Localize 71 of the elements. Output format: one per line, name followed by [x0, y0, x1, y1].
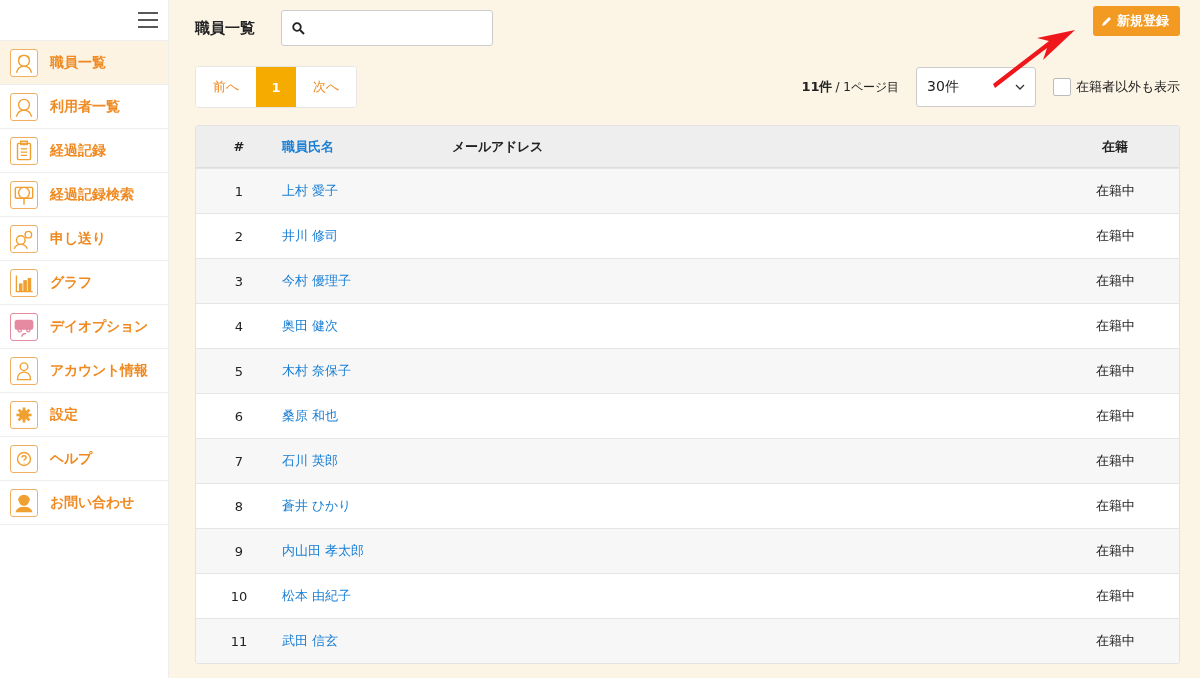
sidebar-item[interactable]: 職員一覧	[0, 41, 168, 85]
search-icon	[292, 21, 305, 35]
question-icon	[10, 444, 38, 473]
sidebar-item[interactable]: デイオプション	[0, 305, 168, 349]
row-number: 7	[234, 453, 244, 469]
status-cell: 在籍中	[1095, 183, 1135, 198]
sortable-column-header[interactable]: 職員氏名	[282, 138, 334, 154]
menu-icon[interactable]	[138, 12, 158, 28]
row-number: 5	[234, 363, 244, 379]
row-number: 6	[234, 408, 244, 424]
person-icon	[10, 92, 38, 121]
sidebar-item[interactable]: アカウント情報	[0, 349, 168, 393]
sidebar-item[interactable]: グラフ	[0, 261, 168, 305]
people-icon	[10, 224, 38, 253]
status-cell: 在籍中	[1095, 498, 1135, 513]
staff-name-link[interactable]: 上村 愛子	[282, 183, 339, 198]
sidebar-item[interactable]: ヘルプ	[0, 437, 168, 481]
status-cell: 在籍中	[1095, 408, 1135, 423]
bar-chart-icon	[10, 268, 38, 297]
clipboard-icon	[10, 136, 38, 165]
staff-name-link[interactable]: 石川 英郎	[282, 453, 339, 468]
search-field[interactable]	[281, 10, 493, 46]
column-header: #	[233, 139, 245, 154]
status-cell: 在籍中	[1095, 363, 1135, 378]
checkbox[interactable]	[1053, 78, 1071, 96]
staff-name-link[interactable]: 内山田 孝太郎	[282, 543, 365, 558]
column-header: メールアドレス	[452, 138, 543, 154]
status-cell: 在籍中	[1095, 228, 1135, 243]
staff-name-link[interactable]: 井川 修司	[282, 228, 339, 243]
staff-name-link[interactable]: 木村 奈保子	[282, 363, 352, 378]
page-button[interactable]: 1	[256, 67, 296, 107]
chevron-down-icon	[1015, 84, 1025, 90]
row-number: 2	[234, 228, 244, 244]
staff-name-link[interactable]: 蒼井 ひかり	[282, 498, 352, 513]
sidebar-item[interactable]: 経過記録	[0, 129, 168, 173]
staff-name-link[interactable]: 松本 由紀子	[282, 588, 352, 603]
sidebar-item[interactable]: 申し送り	[0, 217, 168, 261]
row-number: 1	[234, 183, 244, 199]
sidebar-item[interactable]: 設定	[0, 393, 168, 437]
magnifier-icon	[10, 180, 38, 209]
checkbox-label[interactable]: 在籍者以外も表示	[1076, 78, 1180, 96]
staff-name-link[interactable]: 今村 優理子	[282, 273, 352, 288]
status-cell: 在籍中	[1095, 588, 1135, 603]
status-cell: 在籍中	[1095, 633, 1135, 648]
page-indicator: / 1ページ目	[835, 79, 899, 96]
row-number: 11	[230, 633, 248, 649]
per-page-select[interactable]: 30件	[916, 67, 1036, 107]
new-registration-button[interactable]: 新規登録	[1093, 6, 1180, 36]
pencil-icon	[1101, 15, 1113, 27]
row-number: 3	[234, 273, 244, 289]
person-outline-icon	[10, 356, 38, 385]
staff-name-link[interactable]: 桑原 和也	[282, 408, 339, 423]
van-icon	[10, 312, 38, 341]
row-number: 4	[234, 318, 244, 334]
person-icon	[10, 48, 38, 77]
status-cell: 在籍中	[1095, 318, 1135, 333]
row-number: 9	[234, 543, 244, 559]
sidebar-item[interactable]: お問い合わせ	[0, 481, 168, 525]
row-number: 10	[230, 588, 248, 604]
staff-name-link[interactable]: 奥田 健次	[282, 318, 339, 333]
record-count: 11件	[801, 78, 833, 96]
row-number: 8	[234, 498, 244, 514]
column-header: 在籍	[1102, 138, 1128, 154]
staff-name-link[interactable]: 武田 信玄	[282, 633, 339, 648]
gear-icon	[10, 400, 38, 429]
status-cell: 在籍中	[1095, 273, 1135, 288]
page-title: 職員一覧	[195, 18, 255, 38]
sidebar-item[interactable]: 利用者一覧	[0, 85, 168, 129]
status-cell: 在籍中	[1095, 453, 1135, 468]
sidebar-item[interactable]: 経過記録検索	[0, 173, 168, 217]
status-cell: 在籍中	[1095, 543, 1135, 558]
